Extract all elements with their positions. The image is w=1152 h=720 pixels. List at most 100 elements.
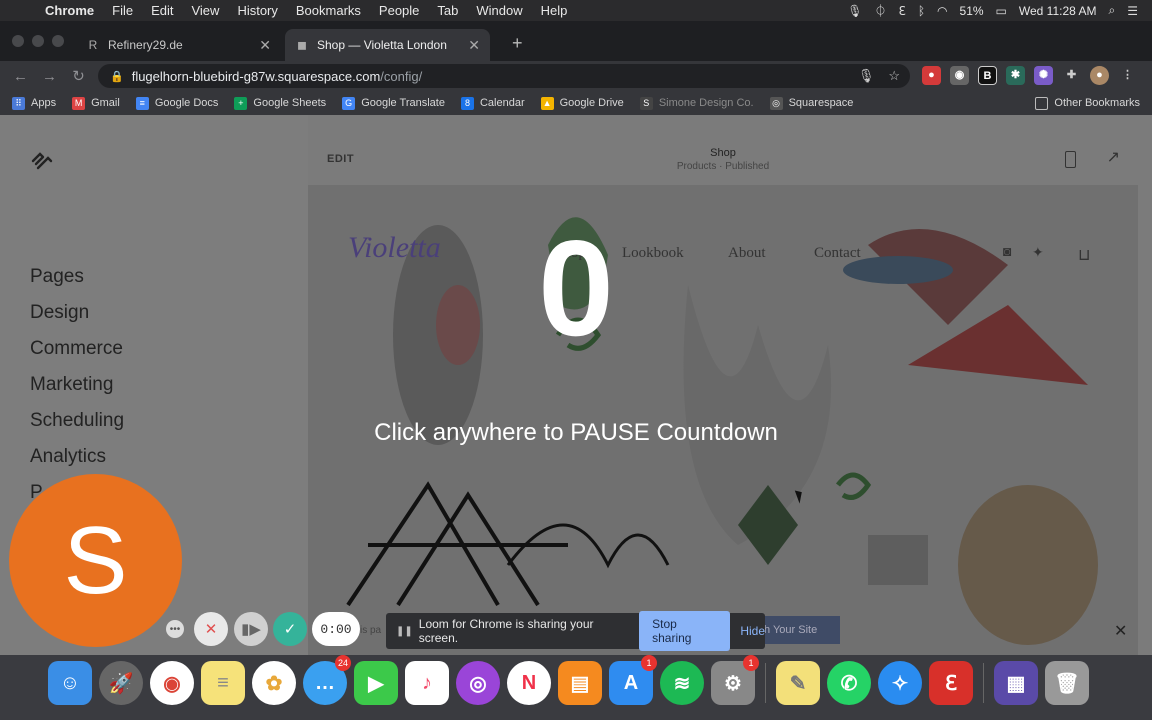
bookmark-simone-design[interactable]: S Simone Design Co. bbox=[639, 96, 754, 110]
close-tab-icon[interactable]: ✕ bbox=[259, 37, 271, 54]
loom-finish-icon[interactable]: ✓ bbox=[273, 612, 307, 646]
bookmark-other[interactable]: Other Bookmarks bbox=[1035, 96, 1140, 110]
menu-bookmarks[interactable]: Bookmarks bbox=[287, 3, 370, 18]
bookmark-apps[interactable]: ⠿ Apps bbox=[12, 96, 56, 110]
clock[interactable]: Wed 11:28 AM bbox=[1019, 4, 1097, 18]
menu-tab[interactable]: Tab bbox=[428, 3, 467, 18]
bookmark-squarespace[interactable]: ◎ Squarespace bbox=[769, 96, 853, 110]
reload-icon[interactable]: ↻ bbox=[64, 67, 93, 85]
express-vpn-icon[interactable]: ℇ bbox=[898, 4, 905, 18]
facetime-icon[interactable]: ▶ bbox=[354, 661, 398, 705]
drive-icon: ▲ bbox=[540, 96, 554, 110]
bookmarks-bar: ⠿ Apps M Gmail ≡ Google Docs + Google Sheets… bbox=[0, 91, 1152, 115]
tab-violetta-shop[interactable]: ◼ Shop — Violetta London ✕ bbox=[285, 29, 490, 61]
spotlight-search-icon[interactable]: ⌕ bbox=[1109, 3, 1116, 18]
address-bar[interactable]: 🔒 flugelhorn-bluebird-g87w.squarespace.c… bbox=[98, 64, 910, 88]
squarespace-favicon-icon: ◼ bbox=[297, 38, 307, 52]
calendar-icon: 8 bbox=[460, 96, 474, 110]
open-site-icon[interactable]: ↗ bbox=[1107, 147, 1120, 167]
bookmark-label: Google Translate bbox=[361, 97, 445, 109]
bookmark-google-drive[interactable]: ▲ Google Drive bbox=[540, 96, 624, 110]
microphone-icon[interactable]: 🎙 bbox=[847, 4, 862, 18]
squarespace-logo-icon[interactable] bbox=[30, 151, 54, 171]
countdown-pause-hint[interactable]: Click anywhere to PAUSE Countdown bbox=[0, 419, 1152, 447]
lock-icon[interactable]: 🔒 bbox=[110, 70, 124, 83]
tab-refinery29[interactable]: R Refinery29.de ✕ bbox=[76, 29, 281, 61]
stickies-icon[interactable]: ✎ bbox=[776, 661, 820, 705]
bookmark-label: Google Sheets bbox=[253, 97, 327, 109]
background-close-icon[interactable]: ✕ bbox=[1114, 621, 1127, 641]
macos-menubar: Chrome File Edit View History Bookmarks … bbox=[0, 0, 1152, 21]
podcasts-icon[interactable]: ◎ bbox=[456, 661, 500, 705]
mobile-preview-icon[interactable] bbox=[1065, 151, 1076, 168]
news-icon[interactable]: N bbox=[507, 661, 551, 705]
whatsapp-icon[interactable]: ✆ bbox=[827, 661, 871, 705]
photos-icon[interactable]: ✿ bbox=[252, 661, 296, 705]
bookmark-google-sheets[interactable]: + Google Sheets bbox=[234, 96, 327, 110]
spotify-icon[interactable]: ≋ bbox=[660, 661, 704, 705]
menu-history[interactable]: History bbox=[228, 3, 286, 18]
close-tab-icon[interactable]: ✕ bbox=[468, 37, 480, 54]
new-tab-icon[interactable]: + bbox=[512, 33, 523, 54]
music-icon[interactable]: ♪ bbox=[405, 661, 449, 705]
hide-sharing-bar-button[interactable]: Hide bbox=[740, 624, 765, 638]
downloads-stack-icon[interactable]: ▦ bbox=[994, 661, 1038, 705]
profile-avatar-icon[interactable]: ● bbox=[1090, 66, 1109, 85]
voice-search-icon[interactable]: 🎙 bbox=[858, 68, 875, 84]
wifi-icon[interactable]: ◠ bbox=[937, 4, 947, 18]
refinery29-favicon-icon: R bbox=[88, 38, 98, 52]
vpn-icon[interactable]: ⏀ bbox=[874, 2, 886, 19]
menu-help[interactable]: Help bbox=[532, 3, 577, 18]
background-enable-site-button[interactable]: h Your Site bbox=[756, 616, 840, 644]
appstore-icon[interactable]: A1 bbox=[609, 655, 657, 705]
bluetooth-icon[interactable]: ᛒ bbox=[918, 4, 925, 18]
extension-b-icon[interactable]: B bbox=[978, 66, 997, 85]
extension-camera-icon[interactable]: ◉ bbox=[950, 66, 969, 85]
docs-icon: ≡ bbox=[135, 96, 149, 110]
extension-loom-icon[interactable]: ✺ bbox=[1034, 66, 1053, 85]
loom-camera-bubble[interactable]: S bbox=[9, 474, 182, 647]
bookmark-star-icon[interactable]: ☆ bbox=[888, 68, 900, 84]
bookmark-gmail[interactable]: M Gmail bbox=[72, 96, 120, 110]
bookmark-google-translate[interactable]: G Google Translate bbox=[342, 96, 445, 110]
safari-icon[interactable]: ✧ bbox=[878, 661, 922, 705]
menu-app-name[interactable]: Chrome bbox=[36, 3, 103, 18]
battery-icon[interactable]: ▭ bbox=[996, 4, 1007, 18]
extension-gear-icon[interactable]: ✱ bbox=[1006, 66, 1025, 85]
prefs-badge: 1 bbox=[743, 655, 759, 671]
zoom-window-button[interactable] bbox=[52, 35, 64, 47]
menu-window[interactable]: Window bbox=[467, 3, 531, 18]
bookmark-google-docs[interactable]: ≡ Google Docs bbox=[135, 96, 218, 110]
books-icon[interactable]: ▤ bbox=[558, 661, 602, 705]
back-icon[interactable]: ← bbox=[6, 68, 35, 85]
trash-icon[interactable]: 🗑 bbox=[1045, 661, 1089, 705]
notes-icon[interactable]: ≡ bbox=[201, 661, 245, 705]
chrome-icon[interactable]: ◉ bbox=[150, 661, 194, 705]
close-window-button[interactable] bbox=[12, 35, 24, 47]
minimize-window-button[interactable] bbox=[32, 35, 44, 47]
chrome-menu-icon[interactable]: ⋮ bbox=[1118, 66, 1137, 85]
messages-icon[interactable]: … 24 bbox=[303, 655, 351, 705]
countdown-number[interactable]: 0 bbox=[0, 213, 1152, 363]
sidebar-item-marketing[interactable]: Marketing bbox=[30, 373, 124, 409]
translate-icon: G bbox=[342, 96, 356, 110]
notification-center-icon[interactable]: ☰ bbox=[1127, 4, 1138, 18]
battery-percent[interactable]: 51% bbox=[960, 4, 984, 18]
menu-people[interactable]: People bbox=[370, 3, 428, 18]
bookmark-calendar[interactable]: 8 Calendar bbox=[460, 96, 525, 110]
loom-cancel-icon[interactable]: ✕ bbox=[194, 612, 228, 646]
dock-separator bbox=[983, 663, 984, 703]
launchpad-icon[interactable]: 🚀 bbox=[99, 661, 143, 705]
expressvpn-icon[interactable]: ℇ bbox=[929, 661, 973, 705]
menu-file[interactable]: File bbox=[103, 3, 142, 18]
extensions-puzzle-icon[interactable]: ✚ bbox=[1062, 66, 1081, 85]
extension-red-icon[interactable]: ● bbox=[922, 66, 941, 85]
system-preferences-icon[interactable]: ⚙ 1 bbox=[711, 655, 759, 705]
finder-icon[interactable]: ☺ bbox=[48, 661, 92, 705]
menu-edit[interactable]: Edit bbox=[142, 3, 182, 18]
menu-view[interactable]: View bbox=[182, 3, 228, 18]
loom-more-options-icon[interactable]: ••• bbox=[166, 620, 184, 638]
loom-pause-icon[interactable]: ▮▶ bbox=[234, 612, 268, 646]
forward-icon[interactable]: → bbox=[35, 68, 64, 85]
stop-sharing-button[interactable]: Stop sharing bbox=[639, 611, 731, 651]
